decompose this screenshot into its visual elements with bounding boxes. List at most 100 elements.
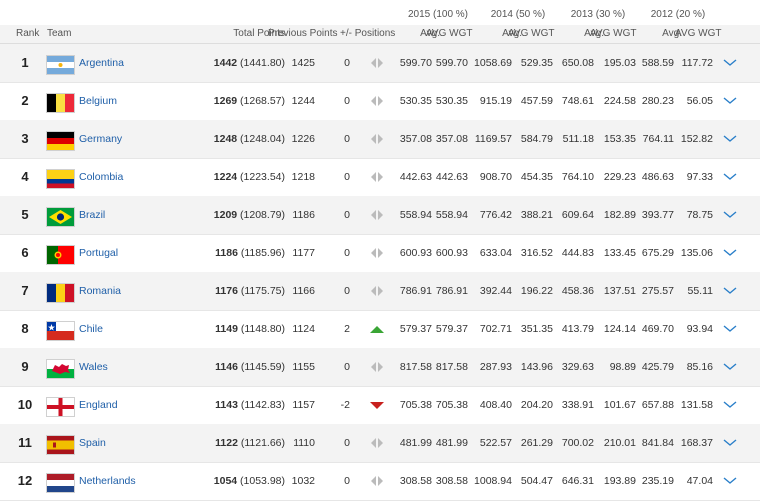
- col-positions[interactable]: +/- Positions: [340, 25, 395, 43]
- chevron-down-icon[interactable]: [722, 56, 738, 68]
- table-row[interactable]: 6 Portugal 1186 (1185.96) 1177 0 600.93 600.93…: [0, 234, 760, 273]
- chevron-down-icon[interactable]: [722, 284, 738, 296]
- team-link[interactable]: Brazil: [79, 196, 105, 234]
- avg-wgt-2012: 117.72: [681, 57, 713, 69]
- position-change: 0: [344, 361, 350, 373]
- avg-wgt-2015: 308.58: [435, 475, 468, 487]
- chevron-down-icon[interactable]: [722, 474, 738, 486]
- team-link[interactable]: Belgium: [79, 82, 117, 120]
- chevron-down-icon[interactable]: [722, 170, 738, 182]
- team-link[interactable]: Wales: [79, 348, 108, 386]
- avg-2013: 646.31: [561, 475, 594, 487]
- total-points: 1146 (1145.59): [170, 348, 285, 386]
- team-link[interactable]: Germany: [79, 120, 122, 158]
- wales-flag-icon: [47, 360, 74, 378]
- col-rank[interactable]: Rank: [16, 25, 39, 43]
- total-points-rounded: 1248: [213, 133, 238, 145]
- previous-points: 1226: [291, 133, 315, 145]
- table-row[interactable]: 4 Colombia 1224 (1223.54) 1218 0 442.63 442.63…: [0, 158, 760, 197]
- avg-wgt-2013: 133.45: [603, 247, 636, 259]
- avg-wgt-2013: 98.89: [609, 361, 636, 373]
- team-link[interactable]: Chile: [79, 310, 103, 348]
- avg-wgt-2014: 457.59: [520, 95, 553, 107]
- position-change: 0: [344, 95, 350, 107]
- team-link[interactable]: England: [79, 386, 118, 424]
- chevron-down-icon[interactable]: [722, 94, 738, 106]
- table-row[interactable]: 2 Belgium 1269 (1268.57) 1244 0 530.35 530.35 9…: [0, 82, 760, 121]
- position-change: 0: [344, 247, 350, 259]
- rank: 5: [21, 207, 29, 222]
- avg-2014: 1008.94: [474, 475, 512, 487]
- year-header-2015: 2015 (100 %): [407, 9, 469, 20]
- avg-wgt-2013: 182.89: [603, 209, 636, 221]
- arrow-up-icon: [365, 322, 389, 336]
- avg-2014: 522.57: [479, 437, 512, 449]
- table-row[interactable]: 11 Spain 1122 (1121.66) 1110 0 481.99 481.99 52…: [0, 424, 760, 463]
- avg-2015: 357.08: [399, 133, 432, 145]
- team-link[interactable]: Romania: [79, 272, 121, 310]
- chevron-down-icon[interactable]: [722, 246, 738, 258]
- table-row[interactable]: 5 Brazil 1209 (1208.79) 1186 0 558.94 558.94 77…: [0, 196, 760, 235]
- avg-wgt-2015: 530.35: [435, 95, 468, 107]
- total-points-rounded: 1143: [215, 399, 238, 411]
- total-points-exact: (1175.75): [240, 285, 285, 297]
- chevron-down-icon[interactable]: [722, 360, 738, 372]
- chevron-down-icon[interactable]: [722, 398, 738, 410]
- table-row[interactable]: 9 Wales 1146 (1145.59) 1155 0 817.58 817.58 287…: [0, 348, 760, 387]
- total-points-rounded: 1149: [215, 323, 238, 335]
- table-row[interactable]: 12 Netherlands 1054 (1053.98) 1032 0 308.58 30…: [0, 462, 760, 501]
- chevron-down-icon[interactable]: [722, 322, 738, 334]
- table-row[interactable]: 8 Chile 1149 (1148.80) 1124 2 579.37 579.37 702…: [0, 310, 760, 349]
- avg-2013: 329.63: [561, 361, 594, 373]
- total-points-exact: (1223.54): [240, 171, 285, 183]
- col-2012-wgt: AVG WGT: [675, 28, 722, 39]
- no-change-icon: [365, 132, 389, 146]
- previous-points: 1032: [291, 475, 315, 487]
- col-team[interactable]: Team: [47, 25, 71, 43]
- team-link[interactable]: Colombia: [79, 158, 123, 196]
- rank: 2: [21, 93, 29, 108]
- avg-wgt-2013: 195.03: [603, 57, 636, 69]
- avg-wgt-2015: 705.38: [435, 399, 468, 411]
- chevron-down-icon[interactable]: [722, 436, 738, 448]
- avg-wgt-2015: 558.94: [435, 209, 468, 221]
- avg-2012: 486.63: [641, 171, 674, 183]
- total-points: 1224 (1223.54): [170, 158, 285, 196]
- team-link[interactable]: Netherlands: [79, 462, 136, 500]
- avg-2014: 1058.69: [474, 57, 512, 69]
- table-row[interactable]: 3 Germany 1248 (1248.04) 1226 0 357.08 357.08 1…: [0, 120, 760, 159]
- table-row[interactable]: 1 Argentina 1442 (1441.80) 1425 0 599.70 599.7…: [0, 44, 760, 83]
- avg-2015: 530.35: [399, 95, 432, 107]
- table-row[interactable]: 10 England 1143 (1142.83) 1157 -2 705.38 705.3…: [0, 386, 760, 425]
- spain-flag-icon: [47, 436, 74, 454]
- col-previous-points[interactable]: Previous Points: [268, 25, 337, 43]
- chevron-down-icon[interactable]: [722, 132, 738, 144]
- no-change-icon: [365, 170, 389, 184]
- avg-wgt-2012: 168.37: [680, 437, 713, 449]
- team-link[interactable]: Argentina: [79, 44, 124, 82]
- avg-wgt-2012: 97.33: [686, 171, 713, 183]
- total-points-exact: (1268.57): [240, 95, 285, 107]
- chevron-down-icon[interactable]: [722, 208, 738, 220]
- total-points-exact: (1185.96): [240, 247, 285, 259]
- no-change-icon: [365, 246, 389, 260]
- romania-flag-icon: [47, 284, 74, 302]
- arrow-down-icon: [365, 398, 389, 412]
- no-change-icon: [365, 436, 389, 450]
- no-change-icon: [365, 94, 389, 108]
- team-link[interactable]: Spain: [79, 424, 106, 462]
- position-change: 0: [344, 171, 350, 183]
- previous-points: 1186: [292, 209, 315, 221]
- previous-points: 1124: [292, 323, 315, 335]
- avg-2012: 280.23: [641, 95, 674, 107]
- no-change-icon: [365, 56, 389, 70]
- avg-2014: 776.42: [479, 209, 512, 221]
- avg-2015: 600.93: [399, 247, 432, 259]
- avg-wgt-2013: 210.01: [603, 437, 636, 449]
- avg-2013: 609.64: [561, 209, 594, 221]
- avg-wgt-2012: 131.58: [680, 399, 713, 411]
- total-points-rounded: 1054: [213, 475, 238, 487]
- table-row[interactable]: 7 Romania 1176 (1175.75) 1166 0 786.91 786.91 3…: [0, 272, 760, 311]
- team-link[interactable]: Portugal: [79, 234, 118, 272]
- avg-wgt-2014: 454.35: [520, 171, 553, 183]
